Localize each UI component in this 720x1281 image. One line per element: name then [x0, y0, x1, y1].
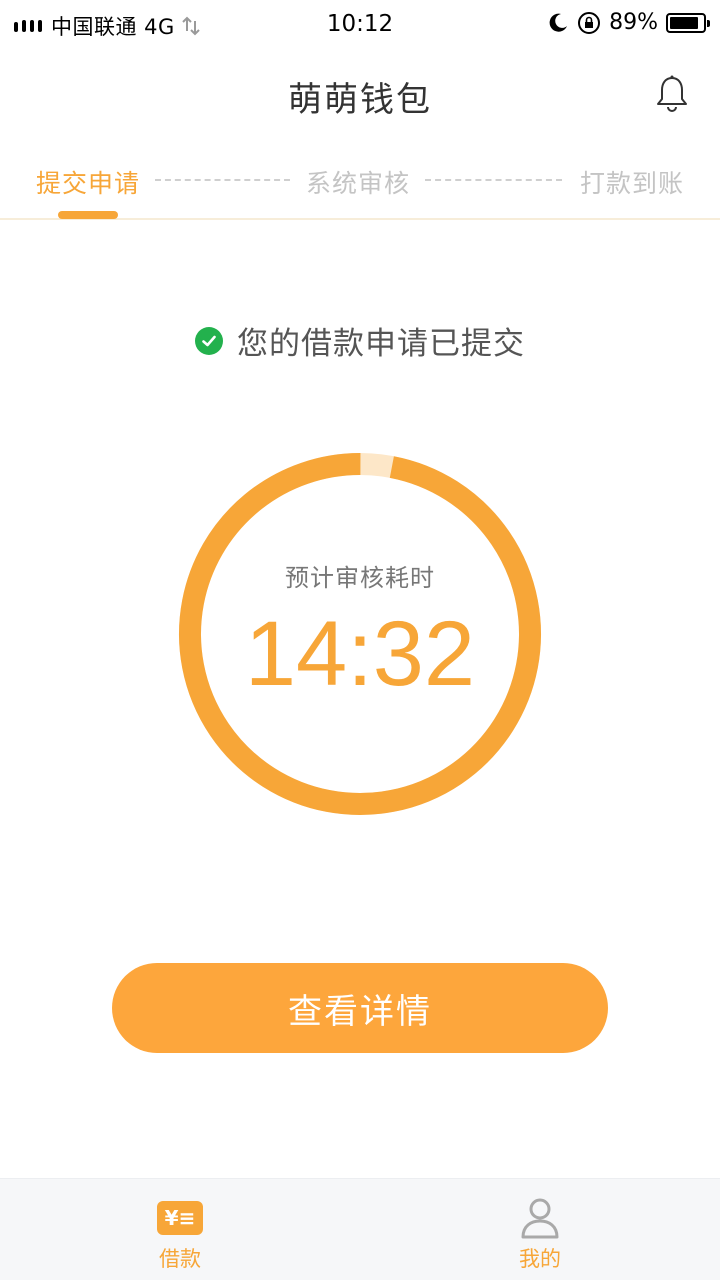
step-submit: 提交申请 [36, 169, 141, 198]
submitted-message: 您的借款申请已提交 [0, 318, 720, 363]
countdown-label: 预计审核耗时 [285, 564, 435, 592]
step-connector [425, 179, 562, 181]
nav-item-me[interactable]: 我的 [360, 1179, 720, 1281]
status-bar: 中国联通 4G 10:12 89% [0, 0, 720, 50]
bell-icon[interactable] [654, 74, 690, 114]
status-left: 中国联通 4G [14, 11, 201, 41]
bottom-nav: ¥≡ 借款 我的 [0, 1178, 720, 1280]
nav-label-loan: 借款 [159, 1247, 201, 1271]
view-details-button[interactable]: 查看详情 [112, 963, 608, 1053]
battery-percent: 89% [609, 10, 658, 35]
countdown-ring: 预计审核耗时 14:32 [178, 452, 542, 816]
user-icon [521, 1198, 559, 1239]
app-header: 萌萌钱包 [0, 50, 720, 142]
active-step-indicator [58, 211, 118, 219]
battery-level [670, 16, 698, 29]
step-review: 系统审核 [306, 169, 411, 198]
nav-label-me: 我的 [519, 1247, 561, 1271]
wallet-icon: ¥≡ [157, 1201, 203, 1235]
rotation-lock-icon [578, 11, 601, 34]
step-connector [155, 179, 290, 181]
status-right: 89% [547, 10, 710, 35]
data-activity-icon [182, 16, 200, 36]
step-payout: 打款到账 [580, 169, 685, 198]
battery-icon [666, 12, 710, 33]
carrier-label: 中国联通 4G [51, 15, 175, 39]
page-title: 萌萌钱包 [288, 80, 432, 120]
moon-icon [549, 13, 568, 32]
nav-item-loan[interactable]: ¥≡ 借款 [0, 1179, 360, 1281]
check-circle-icon [195, 326, 223, 355]
countdown-time: 14:32 [244, 603, 476, 705]
signal-icon [14, 20, 42, 32]
submitted-text: 您的借款申请已提交 [237, 326, 525, 362]
progress-steps: 提交申请 系统审核 打款到账 [0, 142, 720, 220]
